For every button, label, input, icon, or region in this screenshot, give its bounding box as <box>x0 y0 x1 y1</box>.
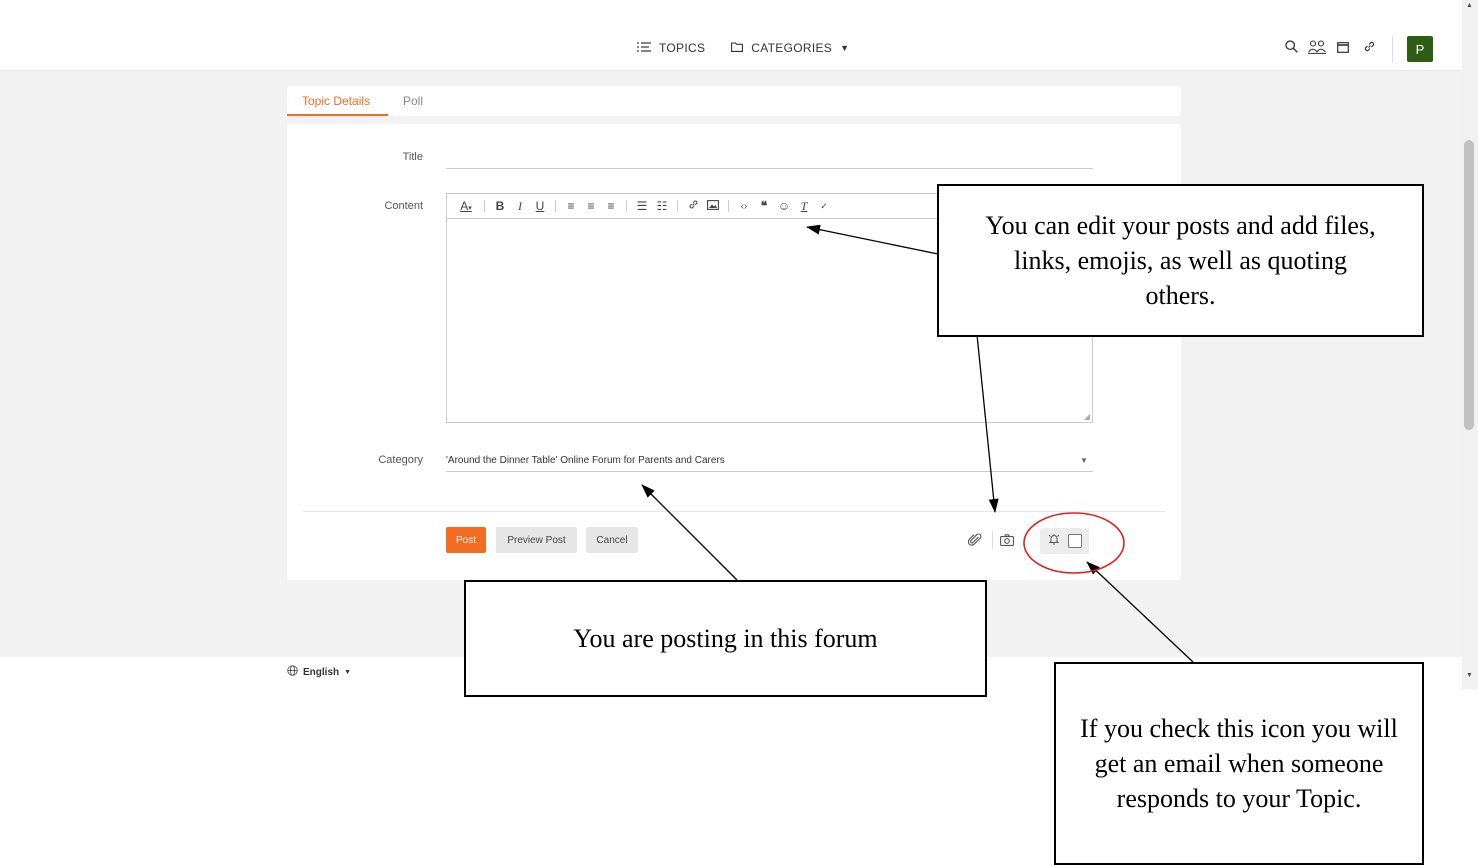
arrow-to-attachment <box>974 314 999 513</box>
callout-forum: You are posting in this forum <box>464 580 987 697</box>
highlight-circle <box>1023 512 1125 574</box>
callout-email: If you check this icon you will get an e… <box>1054 662 1424 865</box>
arrow-to-category <box>641 484 738 581</box>
arrow-to-toolbar <box>806 224 939 255</box>
callout-editor: You can edit your posts and add files, l… <box>937 184 1424 337</box>
arrow-to-watch-toggle <box>1086 561 1194 663</box>
